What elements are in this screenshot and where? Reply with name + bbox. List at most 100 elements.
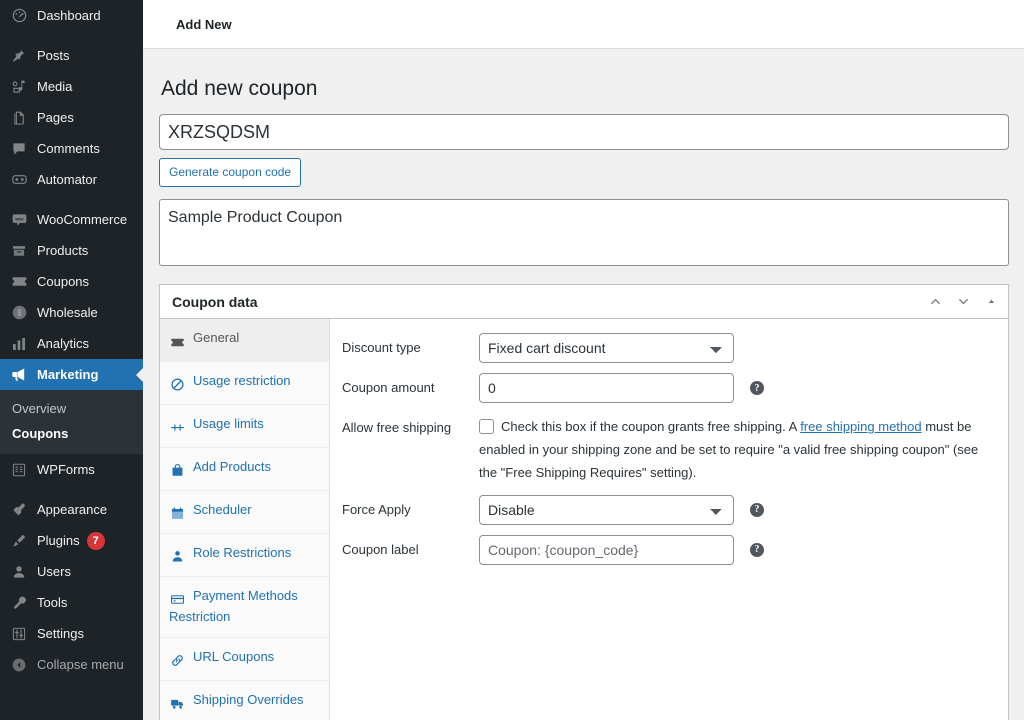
tab-label: Usage limits	[193, 416, 264, 432]
submenu-item-coupons[interactable]: Coupons	[0, 421, 143, 446]
coupon-label-input[interactable]	[479, 534, 734, 565]
move-down-icon[interactable]	[950, 288, 976, 316]
tab-shipping-overrides[interactable]: Shipping Overrides	[160, 681, 329, 720]
tab-label: Role Restrictions	[193, 544, 292, 560]
coupon-data-body: General Usage restriction Usage limits A…	[160, 319, 1008, 720]
coupon-label-label: Coupon label	[342, 541, 419, 557]
person-icon	[169, 547, 186, 566]
comments-icon	[9, 139, 29, 159]
tab-label: Add Products	[193, 459, 272, 475]
sidebar-item-tools[interactable]: Tools	[0, 587, 143, 618]
discount-type-select[interactable]: Fixed cart discount	[479, 333, 734, 364]
coupon-amount-help-icon[interactable]: ?	[750, 381, 764, 396]
main-content-area: Add New Add new coupon Generate coupon c…	[143, 0, 1024, 720]
tab-general-link[interactable]: General	[160, 319, 329, 361]
tab-url-coupons[interactable]: URL Coupons	[160, 638, 329, 682]
woocommerce-icon: woo	[9, 210, 29, 230]
sidebar-item-label: Comments	[37, 141, 100, 156]
settings-icon	[9, 624, 29, 644]
sidebar-item-label: Marketing	[37, 367, 99, 382]
sidebar-item-dashboard[interactable]: Dashboard	[0, 0, 143, 31]
wpforms-icon	[9, 460, 29, 480]
sidebar-item-label: Automator	[37, 172, 97, 187]
sidebar-item-appearance[interactable]: Appearance	[0, 494, 143, 525]
move-up-icon[interactable]	[922, 288, 948, 316]
sidebar-item-woocommerce[interactable]: woo WooCommerce	[0, 204, 143, 235]
force-apply-help-icon[interactable]: ?	[750, 502, 764, 517]
tab-label: URL Coupons	[193, 649, 275, 665]
coupon-amount-label: Coupon amount	[342, 380, 435, 396]
coupon-label-help-icon[interactable]: ?	[750, 542, 764, 557]
users-icon	[9, 562, 29, 582]
allow-free-shipping-label: Allow free shipping	[342, 420, 452, 436]
tab-usage-limits[interactable]: Usage limits	[160, 405, 329, 449]
sidebar-item-label: Media	[37, 79, 73, 94]
sidebar-item-coupons[interactable]: Coupons	[0, 266, 143, 297]
tab-general[interactable]: General	[160, 319, 329, 363]
collapse-menu-label: Collapse menu	[37, 657, 124, 672]
sidebar-item-pages[interactable]: Pages	[0, 102, 143, 133]
admin-topbar: Add New	[143, 0, 1024, 49]
sidebar-item-label: Users	[37, 564, 71, 579]
allow-free-shipping-description: Check this box if the coupon grants free…	[479, 419, 978, 480]
sidebar-item-posts[interactable]: Posts	[0, 40, 143, 71]
tab-scheduler[interactable]: Scheduler	[160, 491, 329, 534]
calendar-icon	[169, 504, 186, 523]
wholesale-icon	[9, 303, 29, 323]
submenu-item-overview[interactable]: Overview	[0, 396, 143, 421]
tab-usage-restriction-link[interactable]: Usage restriction	[160, 362, 329, 404]
coupon-amount-input[interactable]	[479, 373, 734, 404]
field-allow-free-shipping: Allow free shipping Check this box if th…	[330, 408, 1008, 489]
sidebar-item-plugins[interactable]: Plugins 7	[0, 525, 143, 556]
sidebar-item-label: Dashboard	[37, 8, 101, 23]
tab-shipping-overrides-link[interactable]: Shipping Overrides	[160, 681, 329, 720]
coupon-amount-control: ?	[479, 373, 996, 404]
allow-free-shipping-checkbox[interactable]	[479, 419, 494, 435]
tab-payment-methods-restriction-link[interactable]: Payment Methods Restriction	[160, 577, 329, 638]
tab-role-restrictions[interactable]: Role Restrictions	[160, 534, 329, 577]
sidebar-item-marketing[interactable]: Marketing	[0, 359, 143, 390]
collapse-icon	[9, 655, 29, 675]
tab-add-products-link[interactable]: Add Products	[160, 448, 329, 490]
generate-coupon-code-button[interactable]: Generate coupon code	[159, 158, 302, 188]
sidebar-item-wholesale[interactable]: Wholesale	[0, 297, 143, 328]
marketing-submenu: Overview Coupons	[0, 390, 143, 454]
tab-usage-restriction[interactable]: Usage restriction	[160, 362, 329, 406]
force-apply-select[interactable]: Disable	[479, 494, 734, 525]
tab-payment-methods-restriction[interactable]: Payment Methods Restriction	[160, 577, 329, 639]
dashboard-icon	[9, 6, 29, 26]
sidebar-item-automator[interactable]: Automator	[0, 164, 143, 195]
tab-url-coupons-link[interactable]: URL Coupons	[160, 638, 329, 680]
toggle-panel-icon[interactable]	[978, 288, 1004, 316]
truck-icon	[169, 694, 186, 713]
free-shipping-method-link[interactable]: free shipping method	[800, 419, 921, 434]
sidebar-item-settings[interactable]: Settings	[0, 618, 143, 649]
plugins-icon	[9, 531, 29, 551]
free-shipping-text-before: Check this box if the coupon grants free…	[501, 419, 801, 435]
credit-card-icon	[169, 590, 186, 609]
tab-role-restrictions-link[interactable]: Role Restrictions	[160, 534, 329, 576]
tab-usage-limits-link[interactable]: Usage limits	[160, 405, 329, 447]
sidebar-item-wpforms[interactable]: WPForms	[0, 454, 143, 485]
topbar-title: Add New	[176, 16, 232, 32]
tab-label: Payment Methods Restriction	[169, 587, 298, 625]
coupon-code-input[interactable]	[159, 114, 1009, 151]
sidebar-item-products[interactable]: Products	[0, 235, 143, 266]
sidebar-separator	[0, 31, 143, 40]
sidebar-item-comments[interactable]: Comments	[0, 133, 143, 164]
tab-add-products[interactable]: Add Products	[160, 448, 329, 491]
sidebar-item-users[interactable]: Users	[0, 556, 143, 587]
sidebar-item-label: Tools	[37, 595, 68, 610]
sidebar-item-label: Coupons	[37, 274, 90, 289]
analytics-icon	[9, 334, 29, 354]
discount-type-label: Discount type	[342, 340, 421, 356]
sidebar-item-label: Appearance	[37, 502, 108, 517]
coupon-description-textarea[interactable]: Sample Product Coupon	[159, 199, 1009, 267]
sidebar-item-media[interactable]: Media	[0, 71, 143, 102]
collapse-menu-button[interactable]: Collapse menu	[0, 649, 143, 680]
pin-icon	[9, 46, 29, 66]
sidebar-item-analytics[interactable]: Analytics	[0, 328, 143, 359]
tab-scheduler-link[interactable]: Scheduler	[160, 491, 329, 533]
sidebar-item-label: WooCommerce	[37, 212, 128, 227]
field-coupon-amount: Coupon amount ?	[330, 368, 1008, 408]
